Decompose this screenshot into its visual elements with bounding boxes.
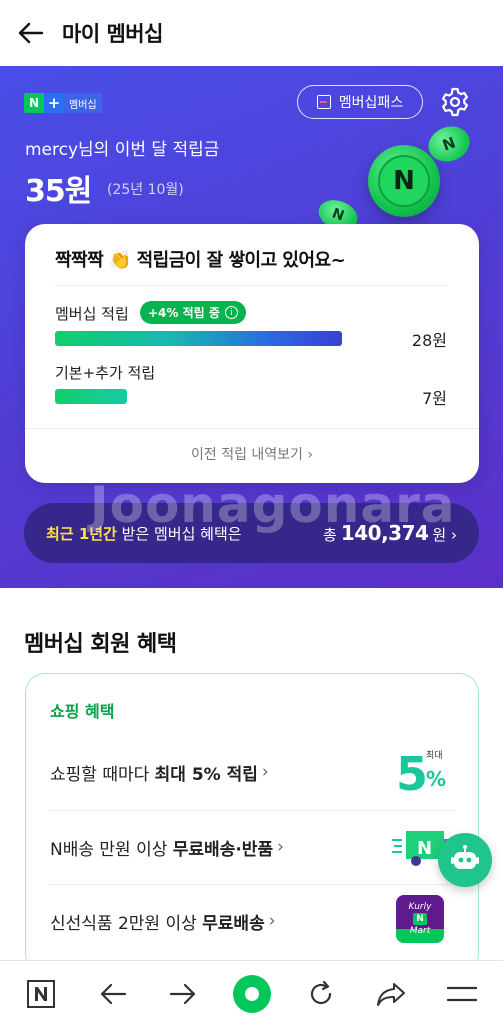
- back-arrow-icon[interactable]: [14, 16, 48, 50]
- chatbot-button[interactable]: [438, 833, 492, 887]
- benefit-unit: 원 ›: [432, 526, 457, 544]
- naver-coin-icon: N: [368, 145, 440, 217]
- benefit-row-bold: 최대 5% 적립: [154, 764, 258, 785]
- coin-symbol: N: [440, 133, 458, 155]
- points-summary-card: 짝짝짝 👏 적립금이 잘 쌓이고 있어요~ 멤버십 적립 +4% 적립 중 i …: [25, 224, 479, 483]
- back-icon[interactable]: [94, 975, 132, 1013]
- benefit-row-bold: 무료배송: [202, 913, 265, 934]
- membership-pass-button[interactable]: 멤버십패스: [297, 85, 423, 119]
- benefit-number: 140,374: [340, 521, 429, 545]
- robot-icon: [451, 845, 479, 869]
- divider: [25, 428, 479, 429]
- basic-points-bar: [55, 389, 127, 404]
- benefit-row-fresh-food[interactable]: 신선식품 2만원 이상 무료배송 › Kurly N Mart: [50, 885, 456, 957]
- menu-icon[interactable]: [443, 975, 481, 1013]
- pct-sign: %: [426, 767, 446, 791]
- membership-points-bar: [55, 331, 342, 346]
- kurly-n-mart-icon: Kurly N Mart: [396, 895, 444, 943]
- basic-points-label: 기본+추가 적립: [55, 364, 156, 382]
- benefit-row-text: 신선식품 2만원 이상: [50, 913, 203, 934]
- shopping-benefits-card: 쇼핑 혜택 쇼핑할 때마다 최대 5% 적립 › 5 최대 % N배송 만원 이…: [25, 673, 479, 973]
- shopping-benefits-title: 쇼핑 혜택: [50, 702, 115, 721]
- share-icon[interactable]: [372, 975, 410, 1013]
- benefit-row-bold: 무료배송·반품: [172, 839, 274, 860]
- info-icon[interactable]: i: [224, 306, 238, 319]
- coin-symbol: N: [393, 166, 415, 196]
- badge-label: 멤버십: [64, 93, 102, 113]
- benefit-row-points[interactable]: 쇼핑할 때마다 최대 5% 적립 › 5 최대 %: [50, 736, 456, 808]
- pct-big: 5: [396, 747, 428, 798]
- chevron-right-icon: ›: [268, 911, 276, 931]
- refresh-icon[interactable]: [302, 975, 340, 1013]
- coin-face: N: [378, 155, 430, 207]
- naver-home-icon[interactable]: [22, 975, 60, 1013]
- points-period: (25년 10월): [107, 182, 184, 198]
- basic-points-value: 7원: [422, 389, 447, 408]
- points-headline: 짝짝짝 👏 적립금이 잘 쌓이고 있어요~: [55, 250, 346, 271]
- naver-logo-icon: N: [24, 93, 44, 113]
- pct-small: 최대: [426, 750, 443, 761]
- annual-benefit-banner[interactable]: 최근 1년간 받은 멤버십 혜택은 총 140,374 원 ›: [24, 503, 479, 563]
- chevron-right-icon: ›: [277, 837, 284, 857]
- bonus-rate-chip[interactable]: +4% 적립 중 i: [140, 301, 246, 324]
- membership-pass-label: 멤버십패스: [338, 95, 404, 111]
- home-green-icon[interactable]: [233, 975, 271, 1013]
- benefit-text: 받은 멤버십 혜택은: [116, 524, 242, 543]
- points-history-link[interactable]: 이전 적립 내역보기 ›: [25, 444, 479, 464]
- naver-plus-membership-badge: N + 멤버십: [24, 93, 102, 113]
- kurly-bottom: Mart: [409, 926, 431, 936]
- monthly-points-caption: mercy님의 이번 달 적립금: [25, 140, 220, 160]
- top-bar: 마이 멤버십: [0, 0, 503, 66]
- membership-points-label: 멤버십 적립: [55, 305, 129, 323]
- pass-card-icon: [316, 95, 331, 109]
- divider: [55, 285, 447, 286]
- plus-icon: +: [44, 93, 64, 113]
- benefit-prefix: 총: [323, 526, 337, 544]
- benefit-row-text: N배송 만원 이상: [50, 839, 173, 860]
- benefit-row-delivery[interactable]: N배송 만원 이상 무료배송·반품 › N: [50, 811, 460, 883]
- kurly-mid: N: [413, 913, 427, 925]
- browser-bottom-nav: [0, 960, 503, 1024]
- chevron-right-icon: ›: [261, 762, 269, 782]
- gear-icon[interactable]: [437, 84, 473, 120]
- page-title: 마이 멤버십: [62, 22, 163, 46]
- percent-5-icon: 5 최대 %: [392, 746, 448, 801]
- coin-symbol: N: [329, 205, 347, 225]
- monthly-points-amount: 35원: [25, 174, 92, 209]
- forward-icon[interactable]: [164, 975, 202, 1013]
- kurly-top: Kurly: [408, 902, 432, 912]
- membership-points-value: 28원: [411, 331, 447, 350]
- benefit-total: 총 140,374 원 ›: [323, 521, 457, 545]
- membership-benefits-section: 멤버십 회원 혜택 쇼핑 혜택 쇼핑할 때마다 최대 5% 적립 › 5 최대 …: [0, 588, 503, 973]
- bonus-rate-label: +4% 적립 중: [148, 306, 220, 320]
- membership-hero: N + 멤버십 멤버십패스 mercy님의 이번 달 적립금 35원 (25년 …: [0, 66, 503, 588]
- section-title: 멤버십 회원 혜택: [24, 632, 177, 657]
- benefit-highlight: 최근 1년간: [46, 524, 117, 543]
- benefit-row-text: 쇼핑할 때마다: [50, 764, 155, 785]
- truck-letter: N: [417, 838, 432, 859]
